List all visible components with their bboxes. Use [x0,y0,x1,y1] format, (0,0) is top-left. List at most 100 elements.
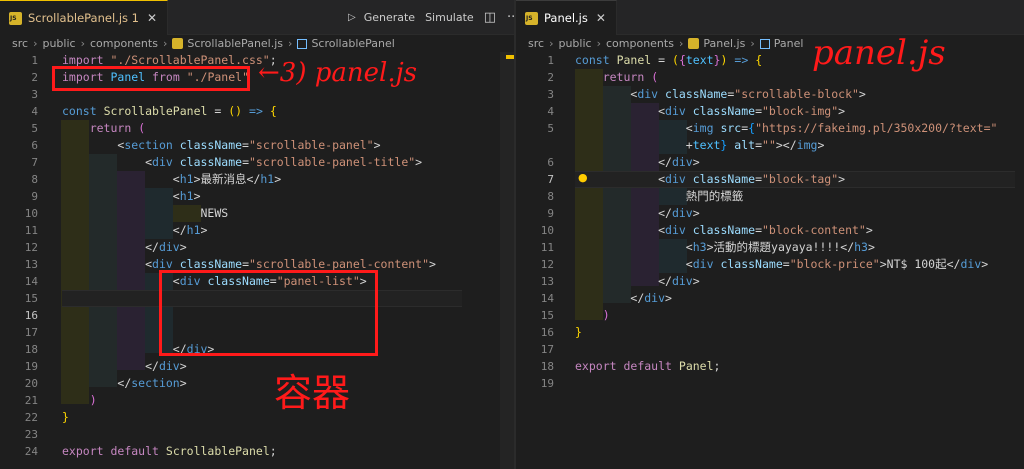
more-actions-icon[interactable]: ··· [507,10,514,25]
code-line[interactable]: 8 熱門的標籤 [516,188,1024,205]
code-line[interactable]: 12 <div className="block-price">NT$ 100起… [516,256,1024,273]
code-line[interactable]: 4 const ScrollablePanel = () => { [0,103,514,120]
code-line[interactable]: 14 </div> [516,290,1024,307]
code-text: </div> [630,291,672,305]
code-text: NEWS [62,206,229,220]
code-line[interactable]: 19 [516,375,1024,392]
lightbulb-icon[interactable]: ● [578,172,588,184]
code-text: <h1>最新消息</h1> [172,172,282,186]
breadcrumb-item[interactable]: src [12,37,28,50]
breadcrumb-item[interactable]: public [558,37,591,50]
code-text: ) [602,308,610,322]
code-text: </div> [658,274,700,288]
line-number: 19 [24,360,38,373]
code-line[interactable]: 9 </div> [516,205,1024,222]
line-number: 8 [31,173,38,186]
code-text: <div className="scrollable-panel-title"> [145,155,423,169]
line-number: 17 [24,326,38,339]
code-line[interactable]: 9 <h1> [0,188,514,205]
breadcrumb-item[interactable]: src [528,37,544,50]
code-line[interactable]: 1 const Panel = ({text}) => { [516,52,1024,69]
code-text: return ( [89,121,146,135]
code-line[interactable]: 22} [0,409,514,426]
tab-panel[interactable]: Panel.js ✕ [516,0,617,35]
left-editor-pane: ScrollablePanel.js 1 ✕ ▷ Generate Simula… [0,0,514,469]
code-line[interactable]: 5 <img src={"https://fakeimg.pl/350x200/… [516,120,1024,137]
line-number: 19 [540,377,554,390]
code-line[interactable]: 19 </div> [0,358,514,375]
chevron-right-icon: › [596,37,601,50]
annotation-box-container [159,270,378,356]
line-number: 17 [540,343,554,356]
code-line[interactable]: 6 </div> [516,154,1024,171]
close-icon[interactable]: ✕ [596,11,606,25]
code-text: <div className="block-price">NT$ 100起</d… [685,257,989,271]
chevron-right-icon: › [80,37,85,50]
line-number: 5 [547,122,554,135]
close-icon[interactable]: ✕ [147,11,157,25]
code-text: <div className="block-img"> [658,104,846,118]
play-icon[interactable]: ▷ [348,12,356,23]
breadcrumb-item[interactable]: components [606,37,674,50]
right-code-area[interactable]: 1 const Panel = ({text}) => {2 return (3 … [516,52,1024,392]
line-number: 15 [540,309,554,322]
scrollbar-track[interactable] [500,52,514,469]
code-line[interactable]: 20 </section> [0,375,514,392]
code-line[interactable]: 5 return ( [0,120,514,137]
code-line[interactable]: 2 return ( [516,69,1024,86]
code-line[interactable]: 15 ) [516,307,1024,324]
simulate-button[interactable]: Simulate [425,11,474,24]
code-line[interactable]: 17 [516,341,1024,358]
line-number: 7 [547,173,554,186]
code-line[interactable]: 7 <div className="scrollable-panel-title… [0,154,514,171]
line-number: 22 [24,411,38,424]
line-number: 2 [31,71,38,84]
tab-scrollable-panel[interactable]: ScrollablePanel.js 1 ✕ [0,0,169,35]
line-number: 4 [547,105,554,118]
editor-actions: ▷ Generate Simulate ◫ ··· [348,0,514,35]
code-line[interactable]: 10 NEWS [0,205,514,222]
left-code-area[interactable]: 1 import "./ScrollablePanel.css"; 2 import … [0,52,514,460]
breadcrumb-item[interactable]: ScrollablePanel [311,37,394,50]
line-number: 18 [24,343,38,356]
code-line[interactable]: 18 export default Panel; [516,358,1024,375]
code-line[interactable]: 8 <h1>最新消息</h1> [0,171,514,188]
breadcrumb-item[interactable]: Panel [774,37,804,50]
code-line[interactable]: 7 <div className="block-tag"> [516,171,1024,188]
breadcrumb-item[interactable]: public [42,37,75,50]
javascript-file-icon [525,11,538,25]
code-line[interactable]: +text} alt=""></img> [516,137,1024,154]
code-line[interactable]: 6 <section className="scrollable-panel"> [0,137,514,154]
breadcrumb-item[interactable]: ScrollablePanel.js [187,37,283,50]
annotation-box-import [52,66,250,91]
code-line[interactable]: 10 <div className="block-content"> [516,222,1024,239]
javascript-file-icon [688,38,700,49]
code-text: const ScrollablePanel = () => { [62,104,277,118]
line-number: 15 [24,292,38,305]
code-text: </div> [658,155,700,169]
code-line[interactable]: 3 <div className="scrollable-block"> [516,86,1024,103]
split-editor-icon[interactable]: ◫ [484,10,496,25]
line-number: 8 [547,190,554,203]
code-line[interactable]: 24 export default ScrollablePanel; [0,443,514,460]
code-line[interactable]: 13 </div> [516,273,1024,290]
code-text: export default ScrollablePanel; [62,444,277,458]
line-number: 3 [31,88,38,101]
code-line[interactable]: 12 </div> [0,239,514,256]
code-text: </div> [145,240,187,254]
code-line[interactable]: 11 <h3>活動的標題yayaya!!!!</h3> [516,239,1024,256]
breadcrumb-item[interactable]: components [90,37,158,50]
line-number: 5 [31,122,38,135]
code-line[interactable]: 21 ) [0,392,514,409]
line-number: 9 [31,190,38,203]
code-line[interactable]: 11 </h1> [0,222,514,239]
breadcrumb-item[interactable]: Panel.js [703,37,745,50]
code-line[interactable]: 23 [0,426,514,443]
annotation-arrow-text: ←3) panel.js [258,58,417,88]
code-text: ) [89,393,97,407]
code-line[interactable]: 16} [516,324,1024,341]
line-number: 6 [547,156,554,169]
generate-button[interactable]: Generate [364,11,415,24]
code-line[interactable]: 4 <div className="block-img"> [516,103,1024,120]
line-number: 3 [547,88,554,101]
